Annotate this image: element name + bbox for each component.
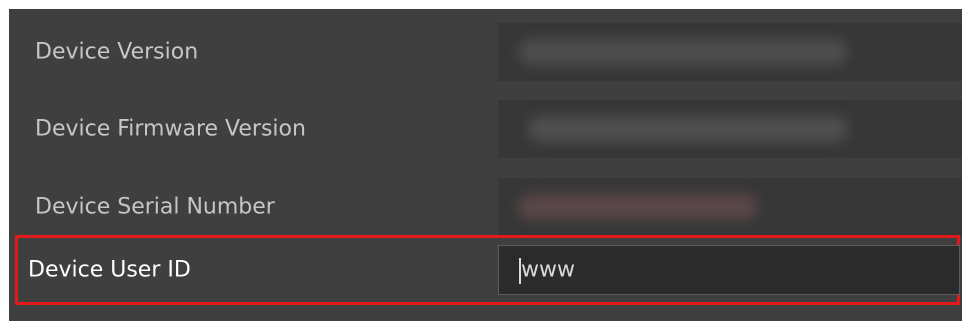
property-row-device-version: Device Version (9, 23, 962, 81)
property-label: Device Serial Number (35, 194, 275, 220)
selected-row-highlight: Device User ID www (15, 235, 960, 305)
property-value-field (498, 178, 962, 236)
redacted-value (518, 39, 848, 65)
property-row-device-serial-number: Device Serial Number (9, 178, 962, 236)
property-value-field (498, 23, 962, 81)
property-label: Device Firmware Version (35, 116, 306, 142)
redacted-value (518, 194, 758, 220)
device-user-id-input[interactable]: www (498, 245, 960, 295)
property-row-device-firmware-version: Device Firmware Version (9, 100, 962, 158)
device-user-id-value: www (521, 257, 575, 283)
property-label: Device Version (35, 39, 199, 65)
property-label: Device User ID (28, 257, 191, 283)
property-value-field (498, 100, 962, 158)
redacted-value (528, 116, 848, 142)
